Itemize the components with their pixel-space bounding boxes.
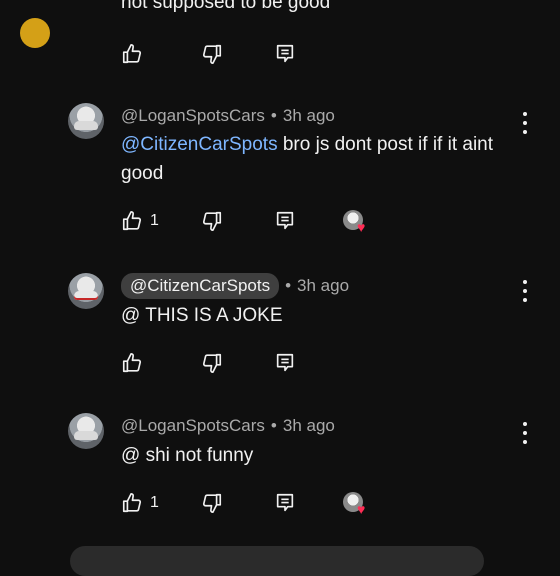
reply-icon — [276, 493, 294, 512]
avatar[interactable] — [68, 273, 104, 309]
dot-icon — [523, 422, 527, 426]
dislike-button[interactable] — [201, 42, 223, 66]
dot-icon — [523, 298, 527, 302]
thumbs-up-icon — [122, 211, 142, 231]
comment-author[interactable]: @LoganSpotsCars — [121, 106, 265, 126]
dot-icon — [523, 121, 527, 125]
thumbs-down-icon — [202, 44, 222, 64]
dislike-button[interactable] — [201, 209, 223, 233]
heart-icon: ♥ — [357, 501, 366, 517]
dislike-button[interactable] — [201, 491, 223, 515]
like-button[interactable] — [121, 42, 143, 66]
like-button[interactable] — [121, 351, 150, 375]
comment-time: 3h ago — [282, 106, 335, 125]
like-count: 1 — [150, 212, 159, 229]
dislike-button[interactable] — [201, 351, 223, 375]
comment-text: @ shi not funny — [121, 445, 254, 466]
avatar[interactable] — [68, 413, 104, 449]
reply-button[interactable] — [274, 491, 296, 515]
reply-icon — [276, 211, 294, 230]
like-count: 1 — [150, 494, 159, 511]
heart-icon: ♥ — [357, 219, 366, 235]
dot-icon — [523, 440, 527, 444]
previous-comment-text: not supposed to be good — [121, 0, 331, 13]
thumbs-up-icon — [122, 44, 142, 64]
thumbs-down-icon — [202, 353, 222, 373]
thumbs-up-icon — [122, 493, 142, 513]
like-button[interactable]: 1 — [121, 491, 159, 515]
avatar[interactable] — [68, 103, 104, 139]
dot-icon — [523, 280, 527, 284]
comment-time: 3h ago — [282, 416, 335, 435]
thumbs-down-icon — [202, 493, 222, 513]
reply-button[interactable] — [274, 351, 296, 375]
comment-text: @ THIS IS A JOKE — [121, 305, 283, 326]
separator: • — [270, 416, 277, 435]
comment-author[interactable]: @LoganSpotsCars — [121, 416, 265, 436]
reply-icon — [276, 353, 294, 372]
comment-meta: @CitizenCarSpots • 3h ago — [121, 273, 349, 299]
reply-input[interactable] — [70, 546, 484, 576]
separator: • — [270, 106, 277, 125]
reply-icon — [276, 44, 294, 63]
more-options-button[interactable] — [520, 112, 530, 134]
thumbs-down-icon — [202, 211, 222, 231]
more-options-button[interactable] — [520, 422, 530, 444]
user-avatar — [20, 18, 50, 48]
separator: • — [285, 276, 292, 295]
creator-heart-badge: ♥ — [343, 210, 373, 234]
dot-icon — [523, 130, 527, 134]
comment-author-pill[interactable]: @CitizenCarSpots — [121, 273, 280, 299]
dot-icon — [523, 289, 527, 293]
more-options-button[interactable] — [520, 280, 530, 302]
comment-time: 3h ago — [297, 276, 350, 295]
reply-button[interactable] — [274, 42, 296, 66]
reply-button[interactable] — [274, 209, 296, 233]
creator-heart-badge: ♥ — [343, 492, 373, 516]
comment-meta: @LoganSpotsCars • 3h ago — [121, 416, 335, 436]
thumbs-up-icon — [122, 353, 142, 373]
like-button[interactable]: 1 — [121, 209, 159, 233]
dot-icon — [523, 112, 527, 116]
mention-link[interactable]: @CitizenCarSpots — [121, 134, 278, 155]
comment-meta: @LoganSpotsCars • 3h ago — [121, 106, 335, 126]
dot-icon — [523, 431, 527, 435]
comment-text: @CitizenCarSpots bro js dont post if if … — [121, 130, 521, 188]
